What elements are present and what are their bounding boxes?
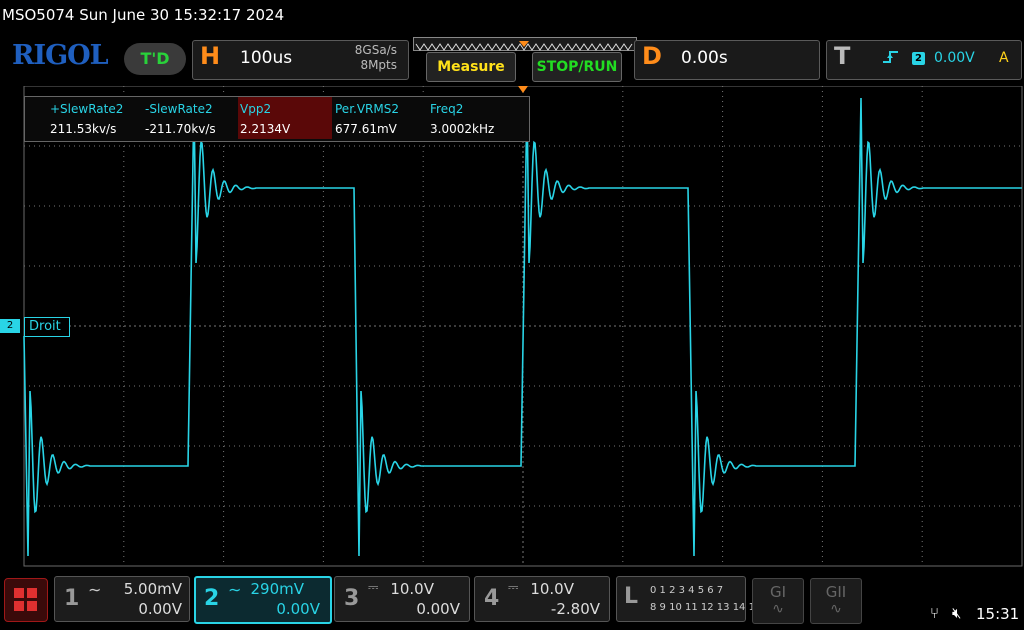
trigger-mode: A xyxy=(999,50,1009,66)
rigol-logo: RIGOL xyxy=(12,40,109,71)
channel-3-scale: 10.0V xyxy=(390,580,434,598)
generator-2-button[interactable]: GII ∿ xyxy=(810,578,862,624)
measurement-value: -211.70kv/s xyxy=(145,122,216,136)
measurement-value: 211.53kv/s xyxy=(50,122,117,136)
channel-1-offset: 0.00V xyxy=(138,600,182,618)
channel-4-offset: -2.80V xyxy=(550,600,600,618)
channel-4-scale: 10.0V xyxy=(530,580,574,598)
measurement-name: Freq2 xyxy=(430,102,464,116)
measure-button[interactable]: Measure xyxy=(426,52,516,82)
measurement-name: +SlewRate2 xyxy=(50,102,124,116)
measurement-name: Per.VRMS2 xyxy=(335,102,399,116)
measurement-value: 677.61mV xyxy=(335,122,397,136)
trigger-level: 0.00V xyxy=(934,50,975,66)
trigger-status-badge: T'D xyxy=(124,43,186,75)
channel-2-scale: 290mV xyxy=(250,580,304,598)
logic-channels-row2: 8 9 10 11 12 13 14 15 xyxy=(650,602,762,613)
horizontal-letter: H xyxy=(200,42,221,70)
clock: 15:31 xyxy=(976,605,1020,623)
measurement-name: -SlewRate2 xyxy=(145,102,213,116)
channel-3-offset: 0.00V xyxy=(416,600,460,618)
waveform-display[interactable] xyxy=(0,86,1024,570)
stop-run-button[interactable]: STOP/RUN xyxy=(532,52,622,82)
generator-1-button[interactable]: GI ∿ xyxy=(752,578,804,624)
generator-1-label: GI xyxy=(769,583,787,601)
channel-1-number: 1 xyxy=(64,586,80,611)
grid-menu-icon xyxy=(14,588,37,611)
channel-1-scale: 5.00mV xyxy=(123,580,182,598)
memory-depth: 8Mpts xyxy=(360,58,397,72)
usb-icon: ⑂ xyxy=(930,604,940,622)
measurement-name: Vpp2 xyxy=(240,102,272,116)
measurement-value: 3.0002kHz xyxy=(430,122,495,136)
delay-value: 0.00s xyxy=(681,48,728,68)
sample-rate: 8GSa/s xyxy=(354,43,397,57)
generator-2-label: GII xyxy=(825,583,847,601)
timebase-value: 100us xyxy=(240,48,293,68)
trigger-position-marker xyxy=(518,86,528,93)
window-title: MSO5074 Sun June 30 15:32:17 2024 xyxy=(2,6,285,24)
logic-channels-row1: 0 1 2 3 4 5 6 7 xyxy=(650,585,724,596)
channel-2-offset: 0.00V xyxy=(276,600,320,618)
main-menu-button[interactable] xyxy=(4,578,48,622)
trigger-source-badge: 2 xyxy=(912,52,925,65)
channel-2-label[interactable]: Droit xyxy=(24,317,70,337)
sine-wave-icon: ∿ xyxy=(830,601,842,617)
delay-letter: D xyxy=(642,42,662,70)
channel-2-offset-marker[interactable]: 2 xyxy=(0,319,20,333)
memory-position-bar[interactable] xyxy=(413,37,637,51)
speaker-muted-icon[interactable]: 🔇︎ xyxy=(952,604,961,622)
rising-edge-icon xyxy=(882,49,900,69)
sine-wave-icon: ∿ xyxy=(772,601,784,617)
trigger-letter: T xyxy=(834,42,851,70)
logic-letter: L xyxy=(624,584,639,609)
measurement-value: 2.2134V xyxy=(240,122,291,136)
